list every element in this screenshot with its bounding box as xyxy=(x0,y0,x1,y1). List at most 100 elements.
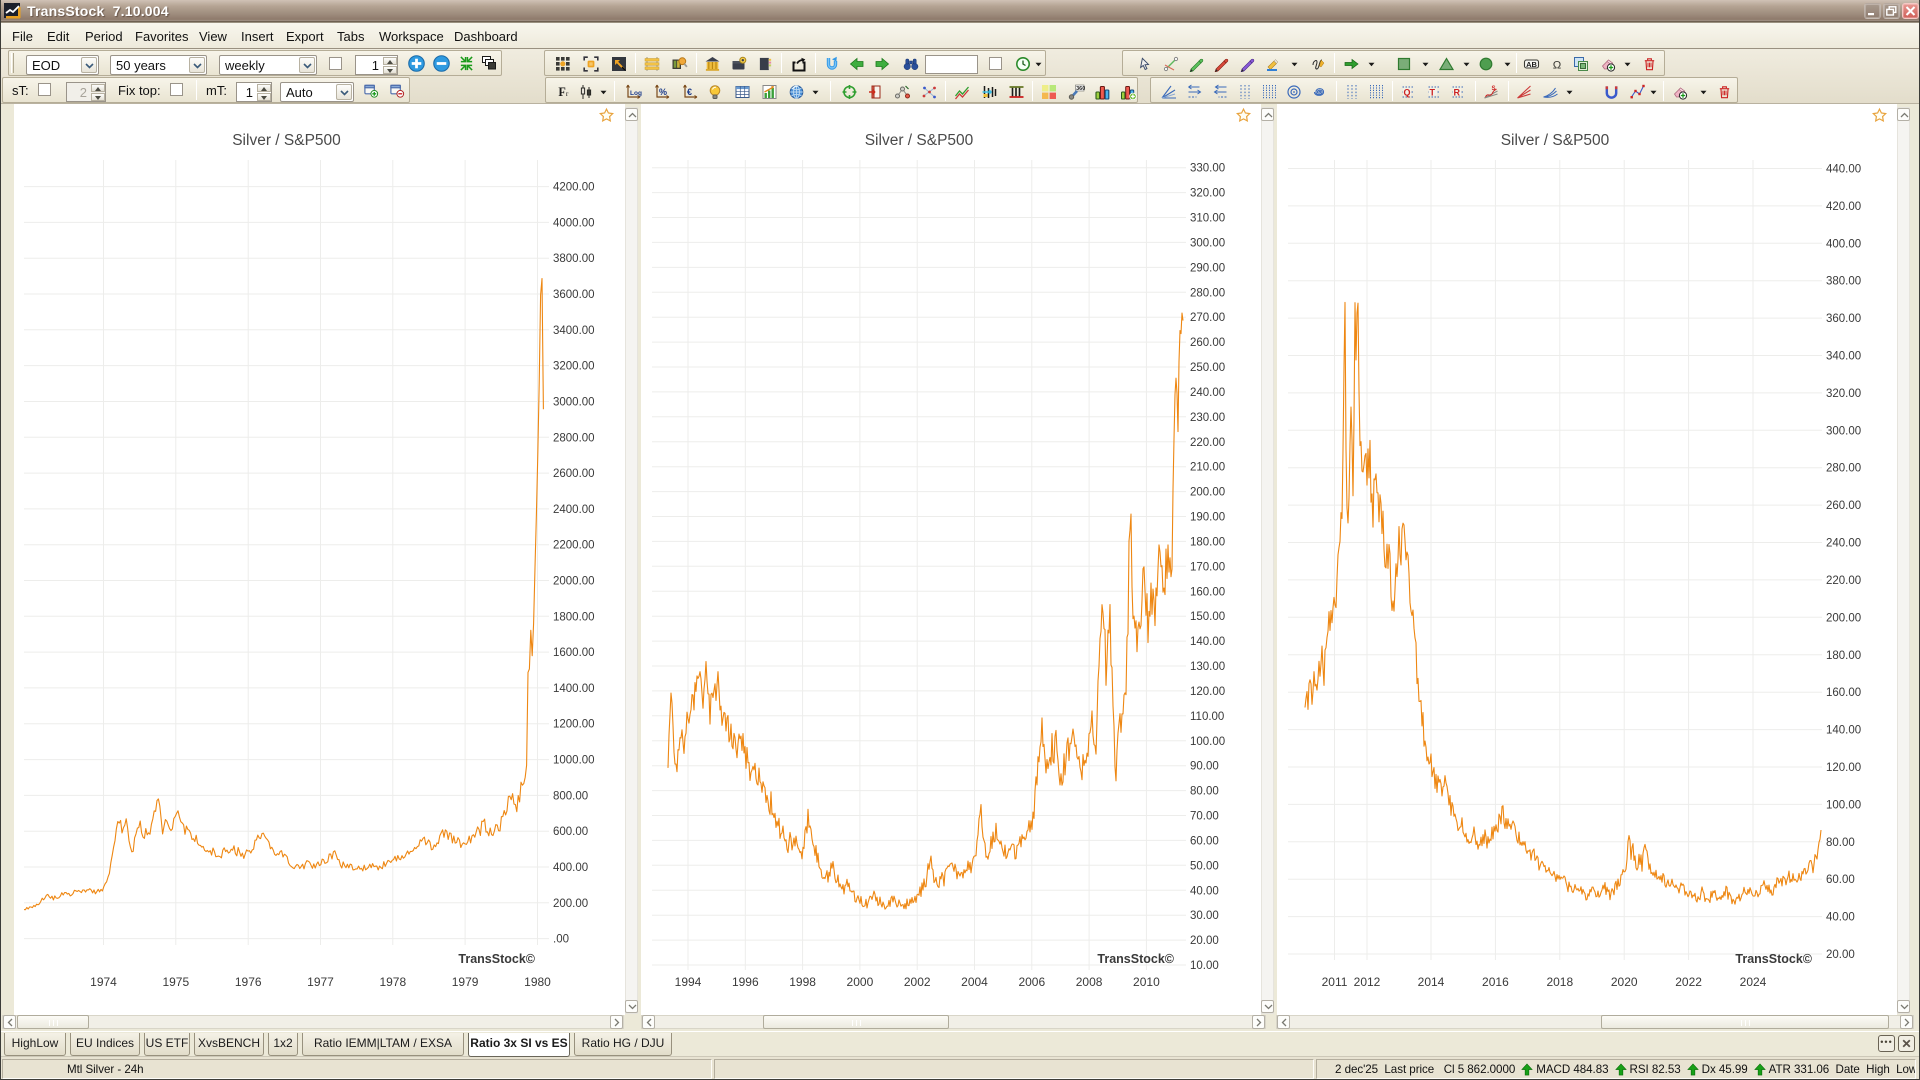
svg-text:330.00: 330.00 xyxy=(1190,163,1225,175)
svg-text:160.00: 160.00 xyxy=(1826,687,1861,699)
svg-text:2011: 2011 xyxy=(1322,975,1348,989)
svg-text:T: T xyxy=(1430,88,1436,98)
svg-text:2018: 2018 xyxy=(1546,975,1573,989)
svg-text:2020: 2020 xyxy=(1611,975,1638,989)
svg-text:2016: 2016 xyxy=(1482,975,1509,989)
svg-text:F: F xyxy=(558,85,565,99)
svg-text:10.00: 10.00 xyxy=(1190,960,1219,972)
svg-text:4000.00: 4000.00 xyxy=(553,217,595,229)
svg-text:1980: 1980 xyxy=(524,975,551,989)
svg-text:1400.00: 1400.00 xyxy=(553,683,595,695)
svg-text:260.00: 260.00 xyxy=(1190,337,1225,349)
svg-text:3000.00: 3000.00 xyxy=(553,397,595,409)
svg-text:%: % xyxy=(659,87,667,97)
svg-text:40.00: 40.00 xyxy=(1190,885,1219,897)
svg-text:70.00: 70.00 xyxy=(1190,811,1219,823)
svg-text:400.00: 400.00 xyxy=(553,862,588,874)
svg-text:2008: 2008 xyxy=(1076,975,1103,989)
svg-text:20.00: 20.00 xyxy=(1190,935,1219,947)
svg-text:100.00: 100.00 xyxy=(1826,799,1861,811)
svg-text:1977: 1977 xyxy=(307,975,334,989)
svg-text:230.00: 230.00 xyxy=(1190,412,1225,424)
svg-text:60.00: 60.00 xyxy=(1826,874,1855,886)
svg-text:2002: 2002 xyxy=(904,975,931,989)
svg-text:2000.00: 2000.00 xyxy=(553,576,595,588)
svg-text:220.00: 220.00 xyxy=(1190,437,1225,449)
svg-text:1976: 1976 xyxy=(235,975,262,989)
svg-text:Ω: Ω xyxy=(1553,59,1562,71)
svg-text:340.00: 340.00 xyxy=(1826,351,1861,363)
svg-text:4200.00: 4200.00 xyxy=(553,182,595,194)
svg-text:600.00: 600.00 xyxy=(553,826,588,838)
svg-text:1600.00: 1600.00 xyxy=(553,647,595,659)
svg-text:2012: 2012 xyxy=(1354,975,1381,989)
svg-text:300.00: 300.00 xyxy=(1826,425,1861,437)
svg-text:320.00: 320.00 xyxy=(1826,388,1861,400)
svg-text:1000.00: 1000.00 xyxy=(553,755,595,767)
svg-text:160.00: 160.00 xyxy=(1190,586,1225,598)
svg-text:380.00: 380.00 xyxy=(1826,276,1861,288)
svg-text:240.00: 240.00 xyxy=(1826,538,1861,550)
svg-text:360.00: 360.00 xyxy=(1826,313,1861,325)
svg-text:100.00: 100.00 xyxy=(1190,736,1225,748)
svg-text:€: € xyxy=(687,87,692,97)
svg-text:80.00: 80.00 xyxy=(1826,837,1855,849)
svg-text:1994: 1994 xyxy=(675,975,702,989)
svg-text:250.00: 250.00 xyxy=(1190,362,1225,374)
svg-text:300.00: 300.00 xyxy=(1190,237,1225,249)
svg-text:3800.00: 3800.00 xyxy=(553,253,595,265)
svg-text:r: r xyxy=(566,89,569,98)
svg-text:R: R xyxy=(1454,88,1461,98)
svg-text:TransStock©: TransStock© xyxy=(458,952,535,966)
svg-text:AB: AB xyxy=(1526,60,1537,69)
svg-text:360: 360 xyxy=(1076,86,1085,92)
svg-text:310.00: 310.00 xyxy=(1190,213,1225,225)
svg-text:2022: 2022 xyxy=(1675,975,1702,989)
svg-text:180.00: 180.00 xyxy=(1826,650,1861,662)
svg-text:2006: 2006 xyxy=(1018,975,1045,989)
svg-text:TransStock©: TransStock© xyxy=(1735,952,1812,966)
svg-text:290.00: 290.00 xyxy=(1190,262,1225,274)
svg-text:200.00: 200.00 xyxy=(1826,612,1861,624)
svg-text:1975: 1975 xyxy=(162,975,189,989)
svg-text:Silver / S&P500: Silver / S&P500 xyxy=(1501,132,1610,149)
svg-text:420.00: 420.00 xyxy=(1826,201,1861,213)
svg-text:270.00: 270.00 xyxy=(1190,312,1225,324)
svg-text:240.00: 240.00 xyxy=(1190,387,1225,399)
svg-text:130.00: 130.00 xyxy=(1190,661,1225,673)
svg-text:Silver / S&P500: Silver / S&P500 xyxy=(865,132,974,149)
svg-text:60.00: 60.00 xyxy=(1190,835,1219,847)
svg-text:2400.00: 2400.00 xyxy=(553,504,595,516)
svg-text:2000: 2000 xyxy=(847,975,874,989)
svg-text:1978: 1978 xyxy=(379,975,406,989)
svg-text:1998: 1998 xyxy=(789,975,816,989)
svg-text:120.00: 120.00 xyxy=(1190,686,1225,698)
svg-text:1200.00: 1200.00 xyxy=(553,719,595,731)
svg-text:1800.00: 1800.00 xyxy=(553,611,595,623)
svg-text:140.00: 140.00 xyxy=(1826,725,1861,737)
svg-text:3200.00: 3200.00 xyxy=(553,361,595,373)
svg-text:90.00: 90.00 xyxy=(1190,761,1219,773)
svg-text:TransStock©: TransStock© xyxy=(1097,952,1174,966)
svg-text:1979: 1979 xyxy=(452,975,479,989)
svg-text:140.00: 140.00 xyxy=(1190,636,1225,648)
svg-text:150.00: 150.00 xyxy=(1190,611,1225,623)
svg-text:2800.00: 2800.00 xyxy=(553,432,595,444)
svg-text:80.00: 80.00 xyxy=(1190,786,1219,798)
svg-text:180.00: 180.00 xyxy=(1190,536,1225,548)
svg-text:S: S xyxy=(1492,86,1496,92)
svg-text:3600.00: 3600.00 xyxy=(553,289,595,301)
svg-text:2014: 2014 xyxy=(1418,975,1445,989)
svg-text:Q: Q xyxy=(1404,88,1411,98)
svg-text:30.00: 30.00 xyxy=(1190,910,1219,922)
svg-text:220.00: 220.00 xyxy=(1826,575,1861,587)
svg-text:120.00: 120.00 xyxy=(1826,762,1861,774)
svg-text:1974: 1974 xyxy=(90,975,117,989)
svg-text:260.00: 260.00 xyxy=(1826,500,1861,512)
svg-text:170.00: 170.00 xyxy=(1190,561,1225,573)
svg-text:400.00: 400.00 xyxy=(1826,238,1861,250)
svg-text:1996: 1996 xyxy=(732,975,759,989)
svg-text:200.00: 200.00 xyxy=(1190,487,1225,499)
svg-text:280.00: 280.00 xyxy=(1190,287,1225,299)
svg-text:800.00: 800.00 xyxy=(553,790,588,802)
